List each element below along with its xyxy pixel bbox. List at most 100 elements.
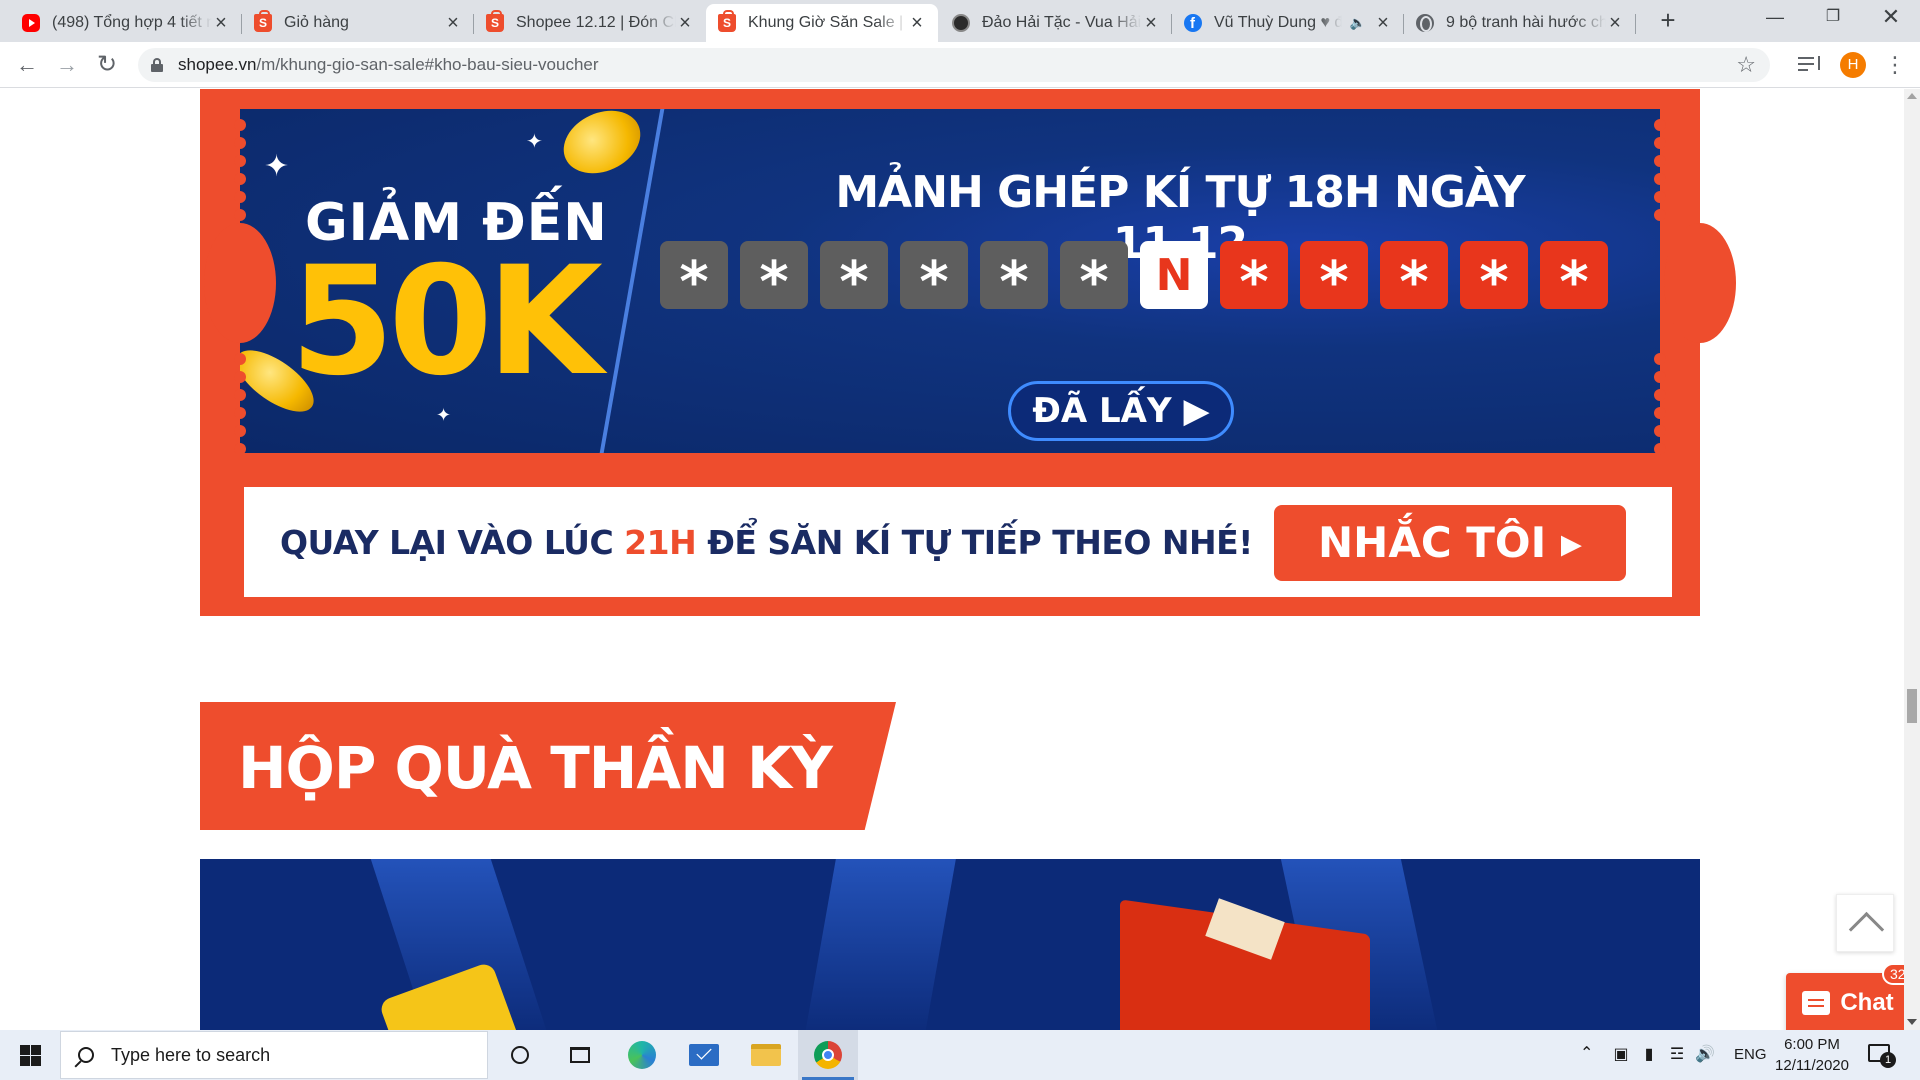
- ticket-notch-left: [204, 223, 276, 343]
- facebook-icon: [1184, 14, 1202, 32]
- ticket-scallop: [1654, 119, 1666, 131]
- sparkle-icon: ✦: [526, 131, 543, 153]
- ticket-scallop: [234, 191, 246, 203]
- claimed-button[interactable]: ĐÃ LẤY ▶: [1008, 381, 1234, 441]
- taskbar-search-box[interactable]: Type here to search: [60, 1031, 488, 1079]
- ticket-scallop: [1654, 209, 1666, 221]
- close-tab-icon[interactable]: ×: [1606, 13, 1624, 33]
- ticket-scallop: [234, 137, 246, 149]
- voucher-section: ✦ ✦ ✦ GIẢM ĐẾN 50K MẢNH GHÉP KÍ TỰ 18H N…: [200, 89, 1736, 616]
- character-tile: *: [1060, 241, 1128, 315]
- ticket-scallop: [1654, 371, 1666, 383]
- tab-title: Vũ Thuỳ Dung ♥ đã: [1214, 14, 1342, 31]
- edge-icon[interactable]: [612, 1030, 672, 1080]
- tab-title: Đảo Hải Tặc - Vua Hải Tặc: [982, 14, 1142, 31]
- profile-avatar[interactable]: H: [1840, 52, 1866, 78]
- clock[interactable]: 6:00 PM 12/11/2020: [1772, 1034, 1852, 1076]
- more-menu-icon[interactable]: ⋮: [1884, 50, 1906, 80]
- globe-icon: [1416, 14, 1434, 32]
- ticket-scallop: [1654, 155, 1666, 167]
- mail-icon[interactable]: [674, 1030, 734, 1080]
- reminder-text: QUAY LẠI VÀO LÚC 21H ĐỂ SĂN KÍ TỰ TIẾP T…: [280, 523, 1253, 562]
- browser-tab[interactable]: Giỏ hàng ×: [242, 4, 474, 42]
- browser-tab[interactable]: Đảo Hải Tặc - Vua Hải Tặc×: [940, 4, 1172, 42]
- close-tab-icon[interactable]: ×: [444, 13, 462, 33]
- close-tab-icon[interactable]: ×: [908, 13, 926, 33]
- browser-tab[interactable]: Khung Giờ Săn Sale | Giảm×: [706, 4, 938, 42]
- ticket-notch-right: [1664, 223, 1736, 343]
- close-tab-icon[interactable]: ×: [676, 13, 694, 33]
- back-to-top-button[interactable]: [1836, 894, 1894, 952]
- address-bar[interactable]: shopee.vn/m/khung-gio-san-sale#kho-bau-s…: [138, 48, 1770, 82]
- scroll-thumb[interactable]: [1907, 689, 1917, 723]
- chat-label: Chat: [1840, 989, 1894, 1016]
- browser-tab[interactable]: (498) Tổng hợp 4 tiết mục của Nhi×: [10, 4, 242, 42]
- close-tab-icon[interactable]: ×: [1374, 13, 1392, 33]
- chrome-taskbar-icon[interactable]: [798, 1030, 858, 1080]
- back-button[interactable]: ←: [12, 50, 42, 80]
- character-tile: *: [660, 241, 728, 315]
- ticket-scallop: [1654, 389, 1666, 401]
- ticket-scallop: [234, 155, 246, 167]
- tab-title: 9 bộ tranh hài hước cho: [1446, 14, 1606, 31]
- search-icon: [78, 1047, 94, 1063]
- character-tile: *: [740, 241, 808, 315]
- page-scrollbar[interactable]: [1904, 89, 1920, 1030]
- remind-me-button[interactable]: NHẮC TÔI ▸: [1274, 505, 1626, 581]
- windows-taskbar: Type here to search ⌃ ▣ ▮ ☲ 🔊 ENG 6:00 P…: [0, 1030, 1920, 1080]
- ticket-scallop: [234, 119, 246, 131]
- ticket-scallop: [234, 209, 246, 221]
- search-placeholder: Type here to search: [111, 1045, 271, 1065]
- cortana-icon[interactable]: [490, 1030, 550, 1080]
- chat-unread-badge: 32: [1882, 963, 1904, 985]
- new-tab-button[interactable]: +: [1654, 6, 1682, 34]
- browser-tab[interactable]: 9 bộ tranh hài hước cho ×: [1404, 4, 1636, 42]
- ticket-scallop: [1654, 173, 1666, 185]
- gift-section-title: HỘP QUÀ THẦN KỲ: [238, 734, 833, 802]
- minimize-button[interactable]: —: [1752, 0, 1798, 36]
- character-tile: *: [980, 241, 1048, 315]
- clock-date: 12/11/2020: [1775, 1057, 1849, 1074]
- start-button[interactable]: [0, 1030, 60, 1080]
- character-tile: *: [900, 241, 968, 315]
- browser-tab[interactable]: Shopee 12.12 | Đón Chào Sale×: [474, 4, 706, 42]
- restore-button[interactable]: ❐: [1810, 0, 1856, 36]
- file-explorer-icon[interactable]: [736, 1030, 796, 1080]
- scroll-up-arrow[interactable]: [1907, 93, 1917, 99]
- url-text[interactable]: shopee.vn/m/khung-gio-san-sale#kho-bau-s…: [178, 55, 599, 75]
- meet-now-icon[interactable]: ▣: [1610, 1044, 1632, 1066]
- volume-icon[interactable]: 🔊: [1694, 1044, 1716, 1066]
- tab-audio-icon[interactable]: 🔈: [1350, 15, 1366, 31]
- sparkle-icon: ✦: [264, 150, 290, 183]
- chat-bubble-icon: [1802, 991, 1831, 1015]
- wifi-icon[interactable]: ☲: [1666, 1044, 1688, 1066]
- tab-title: (498) Tổng hợp 4 tiết mục của Nhi: [52, 14, 212, 31]
- input-language[interactable]: ENG: [1734, 1046, 1767, 1063]
- close-tab-icon[interactable]: ×: [1142, 13, 1160, 33]
- reading-list-icon[interactable]: [1798, 54, 1822, 76]
- forward-button[interactable]: →: [52, 50, 82, 80]
- lock-icon[interactable]: [151, 58, 163, 72]
- character-tile: *: [820, 241, 888, 315]
- ticket-scallop: [234, 407, 246, 419]
- shopee-icon: [486, 10, 504, 32]
- character-tile: *: [1220, 241, 1288, 315]
- notification-center-icon[interactable]: 1: [1868, 1042, 1896, 1068]
- reload-button[interactable]: ↻: [92, 50, 122, 80]
- character-tile: *: [1300, 241, 1368, 315]
- tray-chevron-icon[interactable]: ⌃: [1580, 1043, 1600, 1063]
- gift-box-banner[interactable]: [200, 859, 1700, 1030]
- close-tab-icon[interactable]: ×: [212, 13, 230, 33]
- character-tile: *: [1380, 241, 1448, 315]
- shopee-icon: [718, 10, 736, 32]
- task-view-icon[interactable]: [550, 1030, 610, 1080]
- browser-tab[interactable]: Vũ Thuỳ Dung ♥ đã 🔈 ×: [1172, 4, 1404, 42]
- close-window-button[interactable]: ✕: [1868, 0, 1914, 36]
- scroll-down-arrow[interactable]: [1907, 1019, 1917, 1025]
- battery-icon[interactable]: ▮: [1638, 1044, 1660, 1066]
- one-piece-icon: [952, 14, 970, 32]
- discount-amount: 50K: [290, 235, 603, 409]
- bookmark-star-icon[interactable]: ☆: [1736, 52, 1756, 78]
- ticket-scallop: [1654, 353, 1666, 365]
- character-tile: *: [1540, 241, 1608, 315]
